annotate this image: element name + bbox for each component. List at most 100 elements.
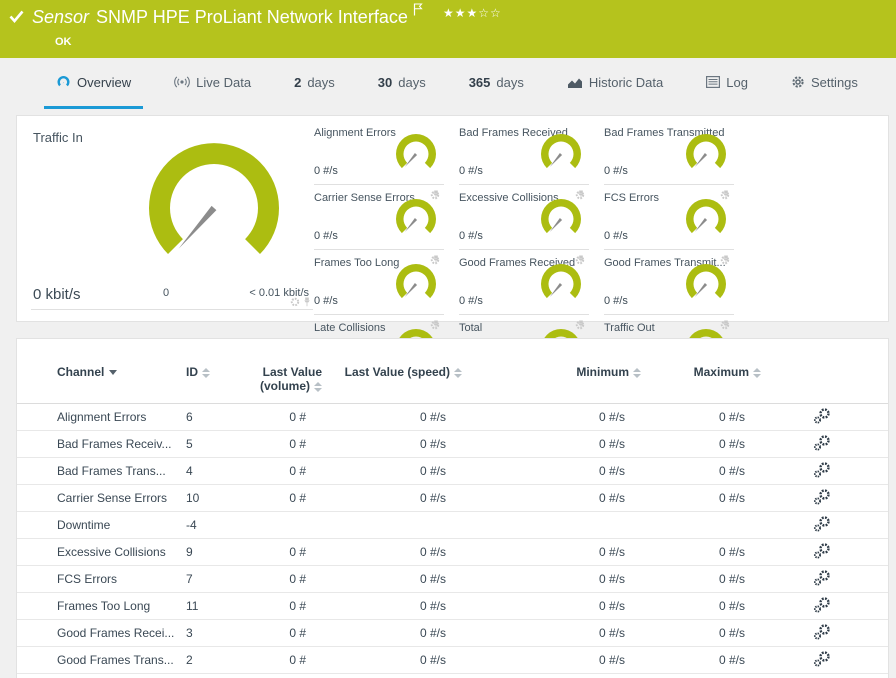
tab-overview[interactable]: Overview <box>44 58 143 109</box>
table-row[interactable]: Good Frames Recei... 3 0 # 0 #/s 0 #/s 0… <box>17 620 888 647</box>
cell-last-value-volume: 0 # <box>248 566 322 593</box>
gauge-value: 0 #/s <box>604 165 628 177</box>
gauge-value: 0 #/s <box>314 230 338 242</box>
col-last-value-volume[interactable]: Last Value (volume) <box>248 339 322 404</box>
gauge-settings-gear-icon[interactable] <box>290 297 300 307</box>
cell-maximum: 0 #/s <box>641 539 761 566</box>
channel-settings-gears-icon[interactable] <box>813 569 831 587</box>
cell-id: 11 <box>186 593 248 620</box>
mini-gauge <box>535 128 587 174</box>
channel-settings-gears-icon[interactable] <box>813 407 831 425</box>
cell-channel[interactable]: Frames Too Long <box>17 593 186 620</box>
cell-last-value-volume: 0 # <box>248 431 322 458</box>
mini-gauge <box>390 258 442 304</box>
cell-id: 9 <box>186 539 248 566</box>
cell-channel[interactable]: Good Frames Recei... <box>17 620 186 647</box>
cell-channel[interactable]: Bad Frames Trans... <box>17 458 186 485</box>
priority-flag-icon[interactable] <box>413 3 423 16</box>
channel-settings-gears-icon[interactable] <box>813 542 831 560</box>
table-row[interactable]: FCS Errors 7 0 # 0 #/s 0 #/s 0 #/s <box>17 566 888 593</box>
table-row[interactable]: Excessive Collisions 9 0 # 0 #/s 0 #/s 0… <box>17 539 888 566</box>
traffic-in-gauge <box>134 130 294 262</box>
cell-minimum: 0 #/s <box>462 620 641 647</box>
col-last-value-speed[interactable]: Last Value (speed) <box>322 339 462 404</box>
cell-channel[interactable]: Excessive Collisions <box>17 539 186 566</box>
table-row[interactable]: Bad Frames Receiv... 5 0 # 0 #/s 0 #/s 0… <box>17 431 888 458</box>
table-row[interactable]: Frames Too Long 11 0 # 0 #/s 0 #/s 0 #/s <box>17 593 888 620</box>
table-row[interactable]: Bad Frames Trans... 4 0 # 0 #/s 0 #/s 0 … <box>17 458 888 485</box>
col-channel[interactable]: Channel <box>17 339 186 404</box>
tab-label: Live Data <box>196 75 251 90</box>
gauges-panel: Traffic In 0 kbit/s 0 < 0.01 kbit/s Alig… <box>16 115 889 322</box>
col-minimum[interactable]: Minimum <box>462 339 641 404</box>
channel-settings-gears-icon[interactable] <box>813 515 831 533</box>
table-row[interactable]: Downtime -4 <box>17 512 888 539</box>
live-broadcast-icon <box>174 76 190 88</box>
channel-settings-gears-icon[interactable] <box>813 650 831 668</box>
cell-channel[interactable]: Downtime <box>17 512 186 539</box>
gauge-pin-icon[interactable] <box>303 297 311 307</box>
cell-maximum: 0 #/s <box>641 404 761 431</box>
col-id[interactable]: ID <box>186 339 248 404</box>
gauge-min-label: 0 <box>163 287 169 299</box>
table-row[interactable]: Carrier Sense Errors 10 0 # 0 #/s 0 #/s … <box>17 485 888 512</box>
cell-id: -4 <box>186 512 248 539</box>
cell-actions <box>761 431 888 458</box>
cell-last-value-speed: 0 #/s <box>322 593 462 620</box>
cell-last-value-speed: 0 #/s <box>322 620 462 647</box>
tab-365-days[interactable]: 365days <box>457 58 536 109</box>
cell-channel[interactable]: FCS Errors <box>17 566 186 593</box>
sort-desc-icon <box>109 370 117 375</box>
channel-settings-gears-icon[interactable] <box>813 488 831 506</box>
cell-last-value-speed: 0 #/s <box>322 458 462 485</box>
gauge-label: Frames Too Long <box>314 257 399 269</box>
table-row[interactable]: Good Frames Trans... 2 0 # 0 #/s 0 #/s 0… <box>17 647 888 674</box>
channel-settings-gears-icon[interactable] <box>813 461 831 479</box>
tab-live-data[interactable]: Live Data <box>162 58 263 109</box>
cell-maximum: 0 #/s <box>641 431 761 458</box>
cell-maximum <box>641 512 761 539</box>
tab-settings[interactable]: Settings <box>779 58 870 109</box>
cell-minimum: 0 #/s <box>462 566 641 593</box>
cell-last-value-volume <box>248 512 322 539</box>
main-gauge-traffic-in: Traffic In 0 kbit/s 0 < 0.01 kbit/s <box>31 120 313 310</box>
cell-actions <box>761 512 888 539</box>
gauge-label: Traffic Out <box>604 322 655 334</box>
sort-icon <box>454 368 462 378</box>
table-row[interactable]: Alignment Errors 6 0 # 0 #/s 0 #/s 0 #/s <box>17 404 888 431</box>
small-gauge-cell: Bad Frames Received 0 #/s <box>459 120 589 185</box>
tab-2-days[interactable]: 2days <box>282 58 347 109</box>
mini-gauge <box>680 193 732 239</box>
col-actions <box>761 339 888 404</box>
stars-filled: ★★★ <box>443 6 478 20</box>
cell-last-value-speed: 0 #/s <box>322 404 462 431</box>
channel-settings-gears-icon[interactable] <box>813 596 831 614</box>
cell-channel[interactable]: Bad Frames Receiv... <box>17 431 186 458</box>
log-list-icon <box>706 76 720 88</box>
cell-minimum <box>462 512 641 539</box>
priority-stars[interactable]: ★★★☆☆ <box>443 6 502 20</box>
cell-minimum: 0 #/s <box>462 485 641 512</box>
cell-channel[interactable]: Carrier Sense Errors <box>17 485 186 512</box>
cell-last-value-volume: 0 # <box>248 647 322 674</box>
cell-last-value-volume: 0 # <box>248 620 322 647</box>
gauge-value: 0 kbit/s <box>33 286 81 303</box>
cell-last-value-speed: 0 #/s <box>322 647 462 674</box>
tab-log[interactable]: Log <box>694 58 760 109</box>
channels-panel: Channel ID Last Value (volume) Last Valu… <box>16 338 889 678</box>
cell-channel[interactable]: Alignment Errors <box>17 404 186 431</box>
cell-id: 2 <box>186 647 248 674</box>
cell-maximum: 0 #/s <box>641 593 761 620</box>
cell-channel[interactable]: Good Frames Trans... <box>17 647 186 674</box>
small-gauge-cell: Bad Frames Transmitted 0 #/s <box>604 120 734 185</box>
channel-settings-gears-icon[interactable] <box>813 434 831 452</box>
tab-30-days[interactable]: 30days <box>366 58 438 109</box>
gauge-label: Alignment Errors <box>314 127 396 139</box>
gauge-label: Total <box>459 322 482 334</box>
tab-historic-data[interactable]: Historic Data <box>555 58 675 109</box>
small-gauge-cell: Frames Too Long 0 #/s <box>314 250 444 315</box>
col-maximum[interactable]: Maximum <box>641 339 761 404</box>
small-gauge-cell: Carrier Sense Errors 0 #/s <box>314 185 444 250</box>
channel-settings-gears-icon[interactable] <box>813 623 831 641</box>
cell-minimum: 0 #/s <box>462 431 641 458</box>
